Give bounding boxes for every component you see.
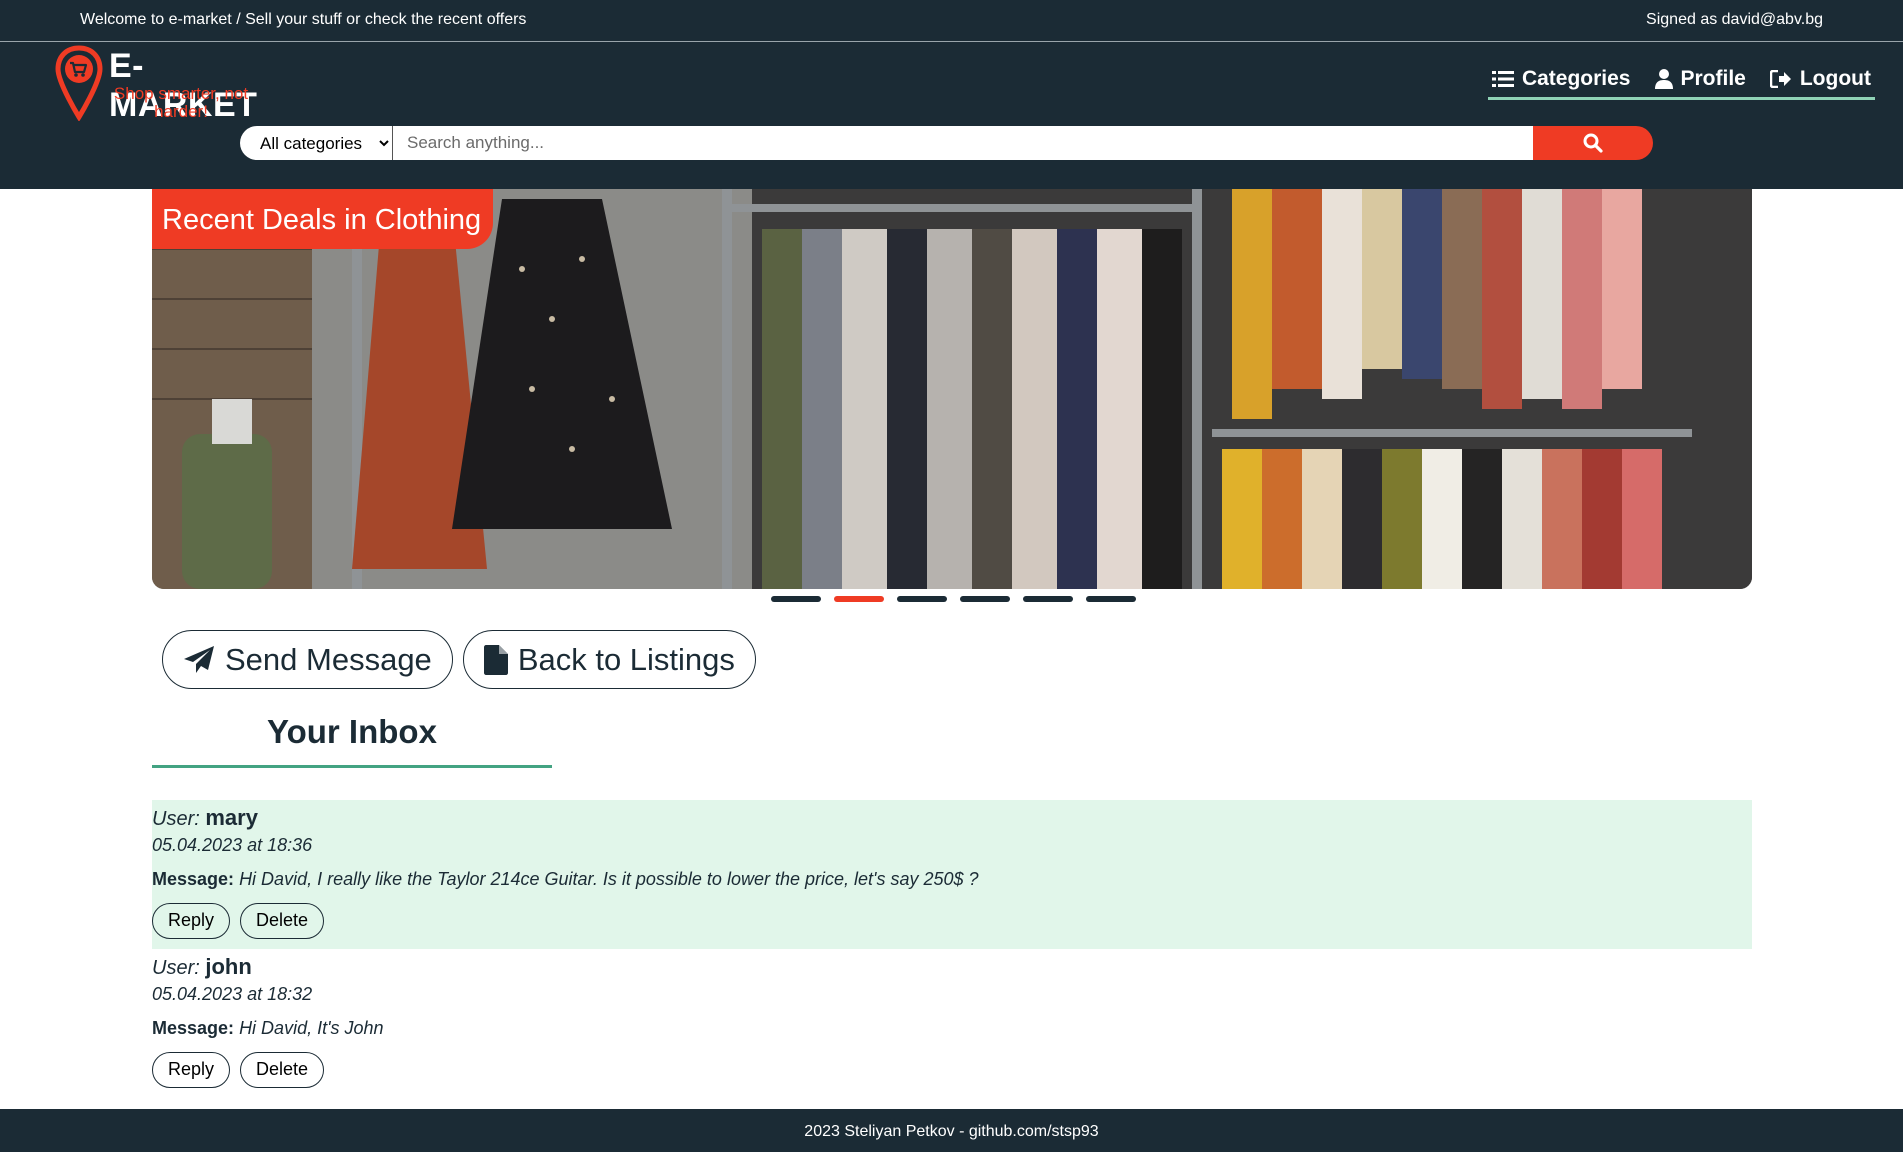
search-bar: All categories	[240, 126, 1653, 160]
list-icon	[1491, 71, 1514, 87]
logo-slogan: Shop smarter, not harder!	[113, 84, 249, 121]
message-user: User: john	[152, 952, 1752, 982]
send-message-button[interactable]: Send Message	[162, 630, 453, 689]
nav-profile[interactable]: Profile	[1651, 62, 1750, 96]
message-username: mary	[205, 805, 258, 830]
welcome-text: Welcome to e-market / Sell your stuff or…	[80, 11, 527, 28]
user-icon	[1654, 69, 1673, 89]
nav-categories-label: Categories	[1521, 67, 1631, 90]
logout-icon	[1769, 70, 1791, 88]
message-text: Hi David, It's John	[239, 1018, 384, 1038]
carousel-dot[interactable]	[1086, 596, 1136, 602]
nav-profile-label: Profile	[1680, 67, 1746, 90]
search-input[interactable]	[393, 126, 1533, 160]
footer-text: 2023 Steliyan Petkov - github.com/stsp93	[804, 1123, 1099, 1140]
nav-categories[interactable]: Categories	[1488, 62, 1635, 96]
category-select[interactable]: All categories	[240, 126, 393, 160]
message-date: 05.04.2023 at 18:36	[152, 835, 313, 855]
inbox-actions: Send Message Back to Listings	[162, 630, 756, 689]
search-button[interactable]	[1533, 126, 1653, 160]
nav-logout-label: Logout	[1799, 67, 1871, 90]
carousel-dot[interactable]	[897, 596, 947, 602]
carousel-dot[interactable]	[771, 596, 821, 602]
carousel-dot-active[interactable]	[834, 596, 884, 602]
reply-button[interactable]: Reply	[152, 1052, 231, 1088]
message-buttons: Reply Delete	[152, 903, 1752, 939]
reply-button[interactable]: Reply	[152, 903, 231, 939]
banner-image: Recent Deals in Clothing	[152, 189, 1752, 589]
message-body: Message: Hi David, It's John	[152, 1016, 1752, 1040]
carousel-dot[interactable]	[960, 596, 1010, 602]
user-prefix: User:	[152, 808, 200, 830]
back-to-listings-button[interactable]: Back to Listings	[462, 630, 756, 689]
message-item: User: mary 05.04.2023 at 18:36 Message: …	[152, 800, 1752, 949]
message-prefix: Message:	[152, 1018, 235, 1038]
main-nav: Categories Profile Logout	[1487, 62, 1876, 100]
header: E-MARKET Shop smarter, not harder! Categ…	[0, 42, 1903, 189]
carousel-dot[interactable]	[1023, 596, 1073, 602]
signed-in-user: Signed as david@abv.bg	[1646, 11, 1823, 28]
logo[interactable]: E-MARKET Shop smarter, not harder!	[55, 45, 285, 125]
footer: 2023 Steliyan Petkov - github.com/stsp93	[0, 1109, 1903, 1152]
carousel-indicators	[771, 596, 1136, 602]
nav-logout[interactable]: Logout	[1766, 62, 1875, 96]
message-username: john	[205, 954, 252, 979]
user-prefix: User:	[152, 957, 200, 979]
map-pin-cart-icon	[55, 45, 103, 121]
paper-plane-icon	[184, 645, 214, 673]
send-message-label: Send Message	[225, 641, 432, 677]
banner-caption: Recent Deals in Clothing	[152, 189, 494, 249]
top-bar: Welcome to e-market / Sell your stuff or…	[0, 0, 1903, 42]
delete-button[interactable]: Delete	[240, 903, 325, 939]
message-list: User: mary 05.04.2023 at 18:36 Message: …	[152, 800, 1752, 1098]
message-text: Hi David, I really like the Taylor 214ce…	[239, 869, 979, 889]
document-icon	[483, 644, 508, 675]
message-item: User: john 05.04.2023 at 18:32 Message: …	[152, 949, 1752, 1098]
message-date: 05.04.2023 at 18:32	[152, 984, 313, 1004]
message-prefix: Message:	[152, 869, 235, 889]
search-icon	[1583, 133, 1603, 153]
message-buttons: Reply Delete	[152, 1052, 1752, 1088]
delete-button[interactable]: Delete	[240, 1052, 325, 1088]
back-to-listings-label: Back to Listings	[517, 641, 735, 677]
message-body: Message: Hi David, I really like the Tay…	[152, 867, 1752, 891]
message-user: User: mary	[152, 803, 1752, 833]
inbox-title: Your Inbox	[152, 713, 552, 768]
